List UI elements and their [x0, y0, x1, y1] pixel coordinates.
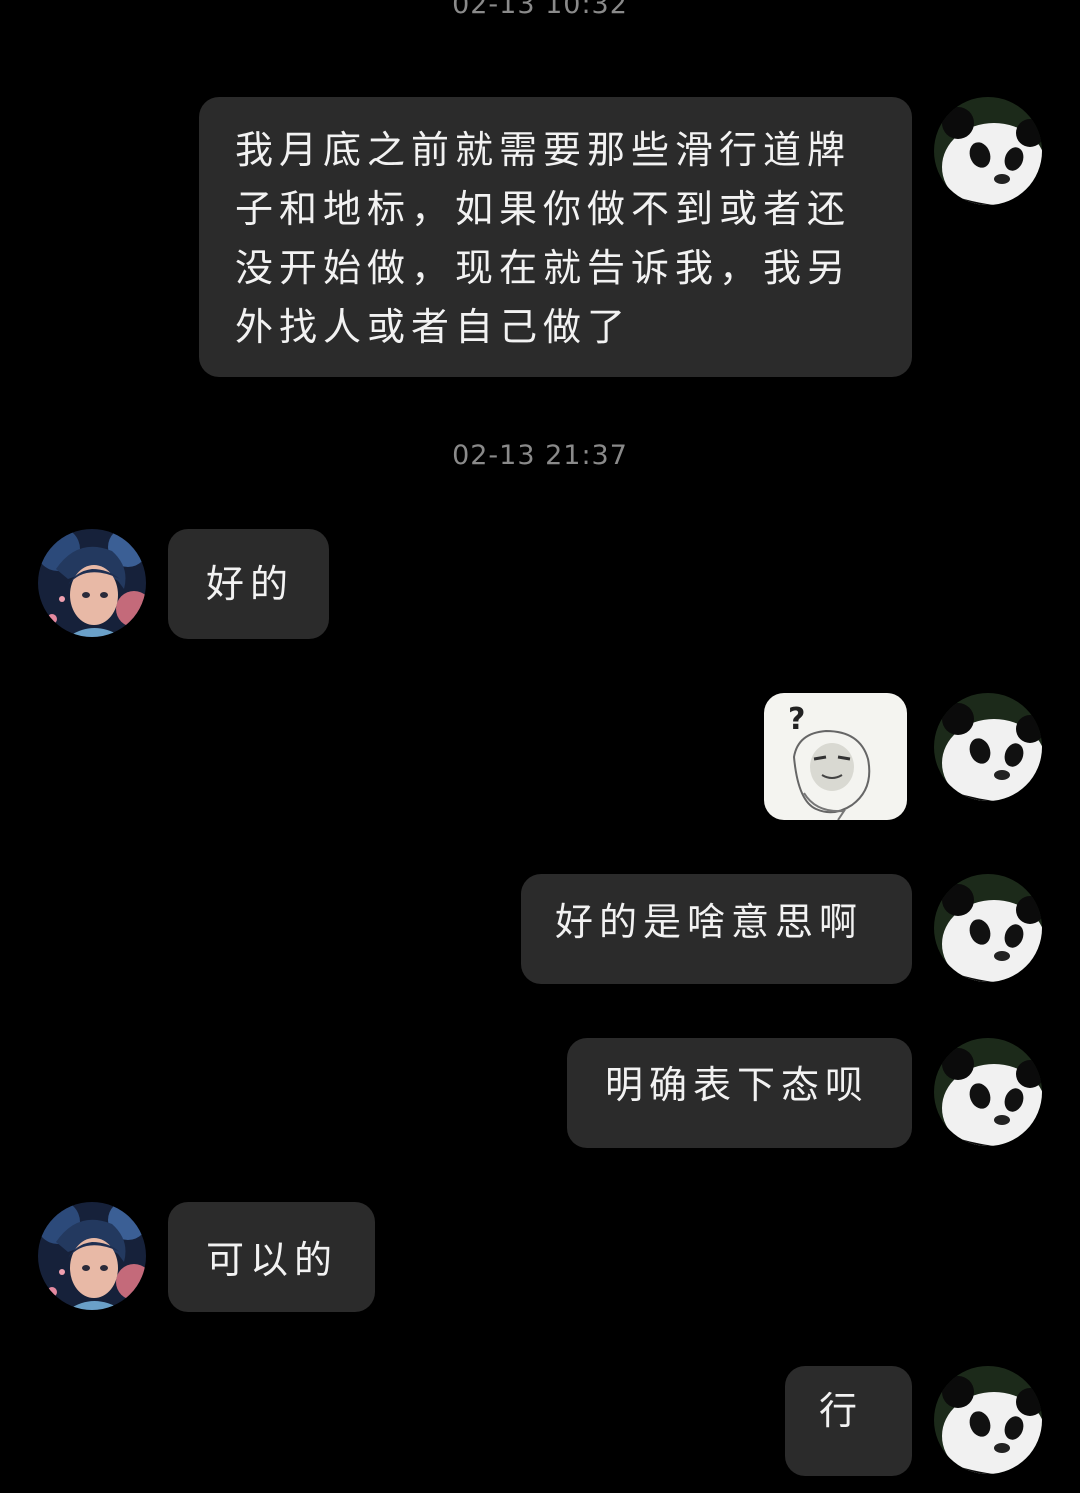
message-bubble-other[interactable]: 可以的 [168, 1202, 375, 1312]
panda-icon [934, 874, 1042, 982]
anime-boy-icon [38, 529, 146, 637]
panda-icon [934, 693, 1042, 801]
sticker-message[interactable]: ? [764, 693, 907, 820]
panda-icon [934, 1366, 1042, 1474]
message-text: 好的 [206, 562, 295, 606]
anime-boy-avatar[interactable] [38, 529, 146, 637]
panda-avatar[interactable] [934, 97, 1042, 205]
message-bubble-self[interactable]: 好的是啥意思啊 [521, 874, 912, 984]
panda-icon [934, 1038, 1042, 1146]
message-bubble-self[interactable]: 行 [785, 1366, 912, 1476]
message-text-line: 子和地标，如果你做不到或者还 [235, 187, 852, 231]
message-text: 可以的 [206, 1238, 339, 1282]
timestamp-middle: 02-13 21:37 [452, 440, 628, 471]
message-text: 行 [819, 1389, 864, 1433]
panda-avatar[interactable] [934, 1038, 1042, 1146]
sticker-question-mark: ? [788, 702, 805, 737]
panda-avatar[interactable] [934, 1366, 1042, 1474]
message-text-line: 没开始做，现在就告诉我，我另 [235, 246, 852, 290]
panda-avatar[interactable] [934, 693, 1042, 801]
message-bubble-other[interactable]: 好的 [168, 529, 329, 639]
message-bubble-self[interactable]: 明确表下态呗 [567, 1038, 912, 1148]
anime-boy-avatar[interactable] [38, 1202, 146, 1310]
message-bubble-self[interactable]: 我月底之前就需要那些滑行道牌 子和地标，如果你做不到或者还 没开始做，现在就告诉… [199, 97, 912, 377]
timestamp-top: 02-13 10:32 [452, 0, 628, 20]
message-text: 好的是啥意思啊 [555, 900, 864, 944]
question-face-meme-icon: ? [788, 702, 871, 820]
panda-icon [934, 97, 1042, 205]
message-text-line: 我月底之前就需要那些滑行道牌 [235, 128, 852, 172]
panda-avatar[interactable] [934, 874, 1042, 982]
message-text: 明确表下态呗 [605, 1063, 870, 1107]
message-text-line: 外找人或者自己做了 [235, 305, 632, 349]
anime-boy-icon [38, 1202, 146, 1310]
